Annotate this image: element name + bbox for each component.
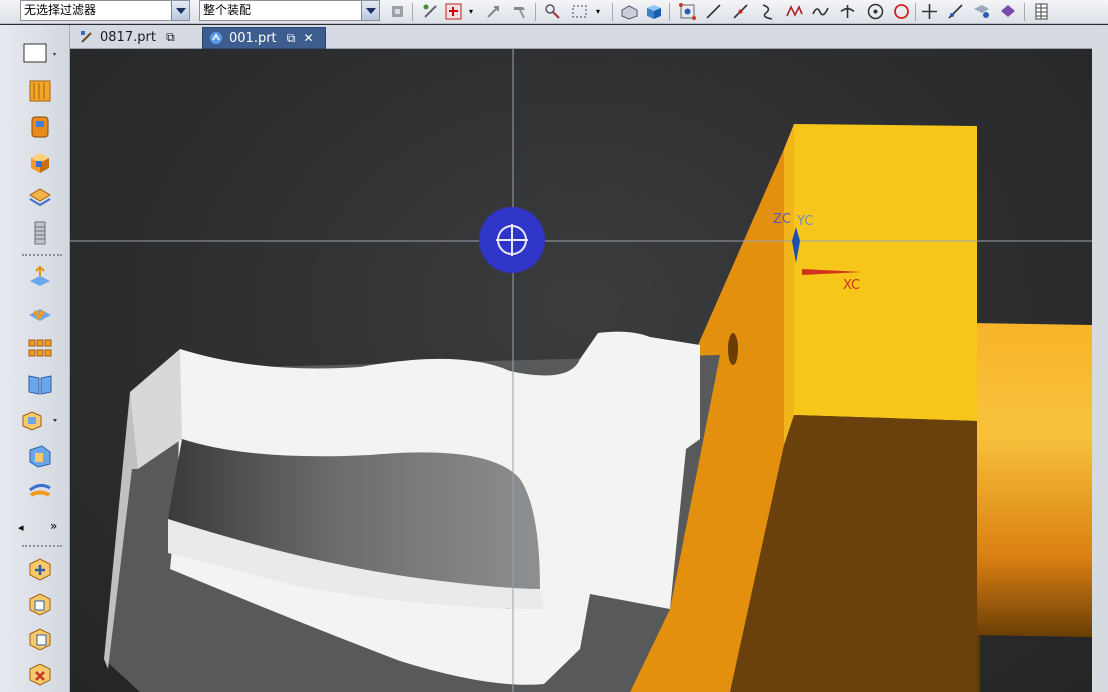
extrude-icon[interactable] <box>26 263 54 291</box>
bounded-grid-icon[interactable] <box>998 2 1017 21</box>
selection-filter-dropdown[interactable]: 无选择过滤器 <box>20 0 190 21</box>
nx-window: 无选择过滤器 整个装配 ▾ ▾ 0817.prt ⧉ 001.prt ⧉ ✕ ◂… <box>0 0 1108 692</box>
chevron-double-down-icon[interactable]: » <box>50 519 57 533</box>
tab-001-prt[interactable]: 001.prt ⧉ ✕ <box>202 27 326 49</box>
spline-icon[interactable] <box>785 2 804 21</box>
scope-value: 整个装配 <box>203 3 252 17</box>
snap-point-icon[interactable] <box>479 207 545 273</box>
spring-icon[interactable] <box>26 219 54 247</box>
xc-label: XC <box>843 278 860 293</box>
yellow-block-side <box>784 124 794 445</box>
modified-file-icon: ⧉ <box>166 30 175 44</box>
point-on-curve-icon[interactable] <box>946 2 965 21</box>
collapse-left-icon[interactable]: ◂ <box>18 521 24 534</box>
snap-arrow-icon[interactable] <box>421 2 440 21</box>
chevron-down-icon[interactable] <box>361 1 379 20</box>
selection-filter-value: 无选择过滤器 <box>24 3 97 17</box>
model-file-icon <box>209 31 223 45</box>
circle-point-icon[interactable] <box>892 2 911 21</box>
view-icon[interactable] <box>26 442 54 470</box>
assembly-delete-icon[interactable] <box>26 660 54 688</box>
graphics-window[interactable]: ZC YC XC <box>70 49 1092 692</box>
component-filter-icon[interactable] <box>388 2 407 21</box>
cube-icon[interactable] <box>26 149 54 177</box>
hammer-icon[interactable] <box>510 2 529 21</box>
select-objects-icon[interactable] <box>543 2 562 21</box>
open-book-icon[interactable] <box>26 370 54 398</box>
block-icon[interactable] <box>20 406 57 434</box>
grid-icon[interactable] <box>1032 2 1051 21</box>
intersection-icon[interactable] <box>920 2 939 21</box>
scope-dropdown[interactable]: 整个装配 <box>199 0 380 21</box>
line-endpoint-icon[interactable] <box>731 2 750 21</box>
arc-center-icon[interactable] <box>866 2 885 21</box>
perpendicular-icon[interactable] <box>838 2 857 21</box>
rectangle-select-icon[interactable] <box>570 2 589 21</box>
assembly-add-icon[interactable] <box>26 555 54 583</box>
tab-label: 001.prt <box>229 31 277 46</box>
chevron-down-icon[interactable] <box>171 1 189 20</box>
point-dialog-icon[interactable] <box>444 2 463 21</box>
modified-file-icon: ⧉ <box>286 31 296 45</box>
pattern-icon[interactable] <box>26 335 54 363</box>
arc-icon[interactable] <box>758 2 777 21</box>
select-box-icon[interactable] <box>22 41 56 69</box>
right-border <box>1092 25 1108 692</box>
part-navigator-icon[interactable] <box>26 113 54 141</box>
solid-cube-icon[interactable] <box>644 2 663 21</box>
material-icon[interactable] <box>26 478 54 506</box>
point-on-face-icon[interactable] <box>972 2 991 21</box>
yc-label: YC <box>796 214 813 229</box>
snap-points-icon[interactable] <box>678 2 697 21</box>
zc-label: ZC <box>773 212 791 227</box>
resource-bar: ◂ » <box>0 25 70 692</box>
close-icon[interactable]: ✕ <box>304 31 314 45</box>
array-icon[interactable] <box>26 299 54 327</box>
drawing-file-icon <box>80 30 94 44</box>
assembly-constraint-icon[interactable] <box>26 590 54 618</box>
layers-icon[interactable] <box>26 183 54 211</box>
model-scene: ZC YC XC <box>70 49 1092 692</box>
document-tab-bar: 0817.prt ⧉ 001.prt ⧉ ✕ <box>70 25 1092 49</box>
curve-icon[interactable] <box>811 2 830 21</box>
hole-1 <box>728 333 738 365</box>
shaded-view-icon[interactable] <box>620 2 639 21</box>
move-icon[interactable] <box>484 2 503 21</box>
chevron-down-icon[interactable]: ▾ <box>593 2 603 21</box>
tab-label: 0817.prt <box>100 30 156 45</box>
book-icon[interactable] <box>26 77 54 105</box>
chevron-down-icon[interactable]: ▾ <box>466 2 476 21</box>
cylinder-body <box>970 323 1092 637</box>
top-toolbar: 无选择过滤器 整个装配 ▾ ▾ <box>0 0 1108 24</box>
line-icon[interactable] <box>704 2 723 21</box>
assembly-move-icon[interactable] <box>26 625 54 653</box>
tab-0817-prt[interactable]: 0817.prt ⧉ <box>74 27 180 49</box>
